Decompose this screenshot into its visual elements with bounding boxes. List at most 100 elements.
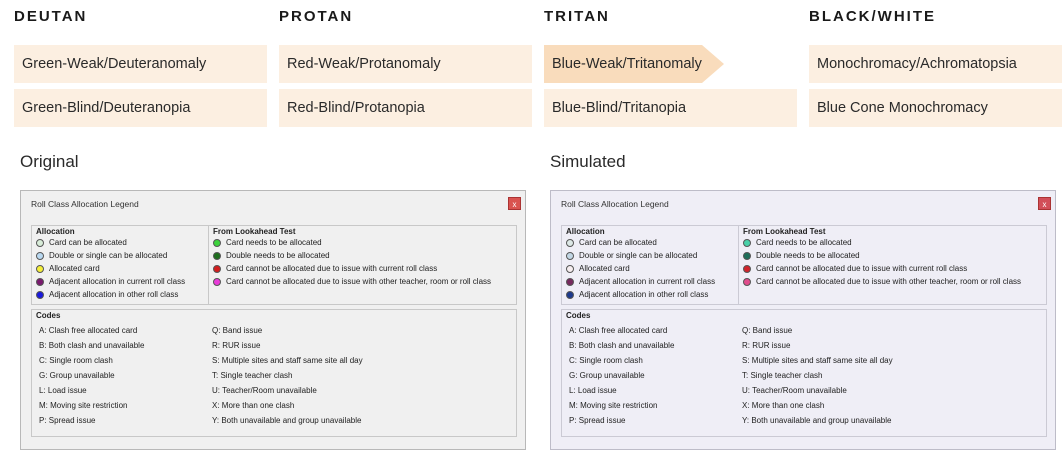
original-allocation-label: Double or single can be allocated xyxy=(49,251,168,260)
original-code-right: U: Teacher/Room unavailable xyxy=(212,386,317,395)
original-code-right: Q: Band issue xyxy=(212,326,263,335)
simulated-lookahead-dot-icon xyxy=(743,238,751,247)
selected-arrow-icon xyxy=(702,45,724,83)
original-lookahead-item: Card cannot be allocated due to issue wi… xyxy=(213,264,437,273)
simulated-code-right: R: RUR issue xyxy=(742,341,791,350)
simulated-allocation-dot-icon xyxy=(566,251,574,260)
heading-deutan: DEUTAN xyxy=(14,8,88,25)
simulated-lookahead-dot-icon xyxy=(743,251,751,260)
original-code-left: M: Moving site restriction xyxy=(39,401,128,410)
simulated-allocation-label: Double or single can be allocated xyxy=(579,251,698,260)
original-allocation-dot-icon xyxy=(36,277,44,286)
simulated-allocation-group: Allocation Card can be allocated Double o… xyxy=(561,225,739,305)
simulated-lookahead-group: From Lookahead Test Card needs to be all… xyxy=(738,225,1047,305)
original-code-left: L: Load issue xyxy=(39,386,87,395)
original-allocation-dot-icon xyxy=(36,264,44,273)
simulated-allocation-dot-icon xyxy=(566,264,574,273)
simulated-lookahead-item: Card cannot be allocated due to issue wi… xyxy=(743,277,1021,286)
original-lookahead-item: Card needs to be allocated xyxy=(213,238,322,247)
original-codes-title: Codes xyxy=(36,311,61,320)
original-label: Original xyxy=(20,152,79,171)
simulated-code-right: X: More than one clash xyxy=(742,401,825,410)
simulated-code-left: G: Group unavailable xyxy=(569,371,645,380)
option-red-blind[interactable]: Red-Blind/Protanopia xyxy=(279,89,532,127)
original-allocation-label: Card can be allocated xyxy=(49,238,127,247)
simulated-allocation-item: Allocated card xyxy=(566,264,630,273)
simulated-lookahead-dot-icon xyxy=(743,277,751,286)
simulated-allocation-item: Double or single can be allocated xyxy=(566,251,697,260)
simulated-code-right: S: Multiple sites and staff same site al… xyxy=(742,356,893,365)
original-allocation-dot-icon xyxy=(36,251,44,260)
simulated-lookahead-item: Double needs to be allocated xyxy=(743,251,860,260)
heading-black-white: BLACK/WHITE xyxy=(809,8,936,25)
simulated-allocation-dot-icon xyxy=(566,238,574,247)
simulated-allocation-item: Card can be allocated xyxy=(566,238,657,247)
original-code-right: Y: Both unavailable and group unavailabl… xyxy=(212,416,362,425)
simulated-allocation-label: Allocated card xyxy=(579,264,630,273)
option-monochromacy[interactable]: Monochromacy/Achromatopsia xyxy=(809,45,1062,83)
original-lookahead-dot-icon xyxy=(213,238,221,247)
simulated-allocation-title: Allocation xyxy=(566,227,605,236)
original-allocation-group: Allocation Card can be allocated Double o… xyxy=(31,225,209,305)
simulated-code-left: B: Both clash and unavailable xyxy=(569,341,675,350)
original-allocation-item: Adjacent allocation in current roll clas… xyxy=(36,277,185,286)
original-code-left: C: Single room clash xyxy=(39,356,113,365)
original-window: Roll Class Allocation Legend x Allocatio… xyxy=(20,190,526,450)
original-lookahead-title: From Lookahead Test xyxy=(213,227,296,236)
option-green-blind[interactable]: Green-Blind/Deuteranopia xyxy=(14,89,267,127)
original-code-right: X: More than one clash xyxy=(212,401,295,410)
original-codes-group: Codes A: Clash free allocated card B: Bot… xyxy=(31,309,517,437)
original-lookahead-label: Card needs to be allocated xyxy=(226,238,322,247)
simulated-lookahead-item: Card needs to be allocated xyxy=(743,238,852,247)
simulated-close-icon[interactable]: x xyxy=(1038,197,1051,210)
original-lookahead-item: Double needs to be allocated xyxy=(213,251,330,260)
original-allocation-dot-icon xyxy=(36,238,44,247)
original-allocation-item: Adjacent allocation in other roll class xyxy=(36,290,178,299)
simulated-code-right: T: Single teacher clash xyxy=(742,371,823,380)
simulated-code-left: P: Spread issue xyxy=(569,416,626,425)
original-lookahead-label: Card cannot be allocated due to issue wi… xyxy=(226,264,438,273)
simulated-lookahead-label: Card cannot be allocated due to issue wi… xyxy=(756,277,1022,286)
option-red-weak[interactable]: Red-Weak/Protanomaly xyxy=(279,45,532,83)
option-blue-blind[interactable]: Blue-Blind/Tritanopia xyxy=(544,89,797,127)
original-allocation-item: Card can be allocated xyxy=(36,238,127,247)
simulated-window: Roll Class Allocation Legend x Allocatio… xyxy=(550,190,1056,450)
option-green-weak[interactable]: Green-Weak/Deuteranomaly xyxy=(14,45,267,83)
original-code-right: S: Multiple sites and staff same site al… xyxy=(212,356,363,365)
simulated-lookahead-label: Card needs to be allocated xyxy=(756,238,852,247)
option-blue-cone[interactable]: Blue Cone Monochromacy xyxy=(809,89,1062,127)
original-code-left: P: Spread issue xyxy=(39,416,96,425)
simulated-window-title: Roll Class Allocation Legend xyxy=(561,199,669,209)
original-allocation-label: Adjacent allocation in current roll clas… xyxy=(49,277,186,286)
original-lookahead-label: Card cannot be allocated due to issue wi… xyxy=(226,277,492,286)
heading-protan: PROTAN xyxy=(279,8,354,25)
original-code-left: G: Group unavailable xyxy=(39,371,115,380)
simulated-code-right: Q: Band issue xyxy=(742,326,793,335)
simulated-allocation-label: Adjacent allocation in other roll class xyxy=(579,290,709,299)
original-code-right: T: Single teacher clash xyxy=(212,371,293,380)
simulated-allocation-dot-icon xyxy=(566,290,574,299)
original-close-icon[interactable]: x xyxy=(508,197,521,210)
simulated-code-left: L: Load issue xyxy=(569,386,617,395)
simulated-code-left: C: Single room clash xyxy=(569,356,643,365)
simulated-codes-title: Codes xyxy=(566,311,591,320)
original-lookahead-dot-icon xyxy=(213,277,221,286)
simulated-code-right: U: Teacher/Room unavailable xyxy=(742,386,847,395)
simulated-lookahead-dot-icon xyxy=(743,264,751,273)
option-blue-weak-selected[interactable]: Blue-Weak/Tritanomaly xyxy=(544,45,702,83)
heading-tritan: TRITAN xyxy=(544,8,610,25)
original-lookahead-dot-icon xyxy=(213,251,221,260)
simulated-label: Simulated xyxy=(550,152,626,171)
simulated-allocation-item: Adjacent allocation in other roll class xyxy=(566,290,708,299)
original-lookahead-dot-icon xyxy=(213,264,221,273)
simulated-lookahead-label: Card cannot be allocated due to issue wi… xyxy=(756,264,968,273)
simulated-lookahead-label: Double needs to be allocated xyxy=(756,251,860,260)
simulated-code-right: Y: Both unavailable and group unavailabl… xyxy=(742,416,892,425)
simulated-code-left: A: Clash free allocated card xyxy=(569,326,668,335)
original-allocation-title: Allocation xyxy=(36,227,75,236)
simulated-codes-group: Codes A: Clash free allocated card B: Bot… xyxy=(561,309,1047,437)
original-code-left: A: Clash free allocated card xyxy=(39,326,138,335)
original-code-right: R: RUR issue xyxy=(212,341,261,350)
simulated-allocation-label: Adjacent allocation in current roll clas… xyxy=(579,277,716,286)
simulated-code-left: M: Moving site restriction xyxy=(569,401,658,410)
